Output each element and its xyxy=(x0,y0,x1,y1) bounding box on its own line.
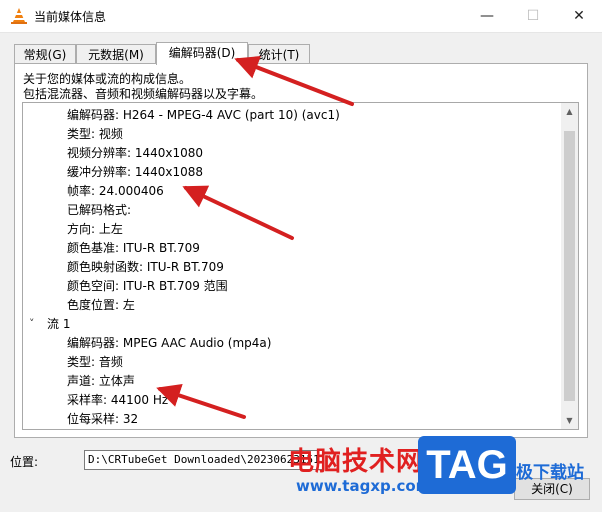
watermark-right: 极下载站 xyxy=(516,463,584,483)
close-window-button[interactable]: ✕ xyxy=(556,0,602,32)
codec-panel: 关于您的媒体或流的构成信息。 包括混流器、音频和视频编解码器以及字幕。 编解码器… xyxy=(14,63,588,438)
watermark-url: www.tagxp.com xyxy=(296,477,432,495)
tab-statistics[interactable]: 统计(T) xyxy=(248,44,310,64)
tree-item[interactable]: 缓冲分辨率: 1440x1088 xyxy=(67,163,203,182)
tree-item[interactable]: 颜色空间: ITU-R BT.709 范围 xyxy=(67,277,228,296)
tree-item[interactable]: 类型: 音频 xyxy=(67,353,123,372)
scroll-up-icon[interactable]: ▲ xyxy=(561,103,578,120)
maximize-button[interactable]: ☐ xyxy=(510,0,556,32)
tree-item[interactable]: 帧率: 24.000406 xyxy=(67,182,164,201)
vertical-scrollbar[interactable]: ▲ ▼ xyxy=(561,103,578,429)
tree-item[interactable]: 编解码器: H264 - MPEG-4 AVC (part 10) (avc1) xyxy=(67,106,340,125)
tree-item[interactable]: 声道: 立体声 xyxy=(67,372,135,391)
tree-item[interactable]: 位每采样: 32 xyxy=(67,410,138,429)
tree-item[interactable]: 颜色映射函数: ITU-R BT.709 xyxy=(67,258,224,277)
title-bar: 当前媒体信息 — ☐ ✕ xyxy=(0,0,602,33)
tree-item[interactable]: 编解码器: MPEG AAC Audio (mp4a) xyxy=(67,334,271,353)
vlc-cone-icon xyxy=(11,8,27,24)
codec-tree[interactable]: 编解码器: H264 - MPEG-4 AVC (part 10) (avc1)… xyxy=(22,102,579,430)
window-title: 当前媒体信息 xyxy=(34,10,107,24)
tree-item[interactable]: 视频分辨率: 1440x1080 xyxy=(67,144,203,163)
tree-node-stream-1[interactable]: 流 1 xyxy=(47,315,70,334)
tab-general[interactable]: 常规(G) xyxy=(14,44,76,64)
location-label: 位置: xyxy=(10,455,39,469)
chevron-down-icon[interactable]: ˅ xyxy=(29,317,35,330)
scroll-down-icon[interactable]: ▼ xyxy=(561,412,578,429)
description-line-2: 包括混流器、音频和视频编解码器以及字幕。 xyxy=(23,87,264,101)
tree-item[interactable]: 采样率: 44100 Hz xyxy=(67,391,168,410)
tree-item[interactable]: 色度位置: 左 xyxy=(67,296,135,315)
tree-item[interactable]: 颜色基准: ITU-R BT.709 xyxy=(67,239,200,258)
tab-codec[interactable]: 编解码器(D) xyxy=(156,42,248,65)
watermark-text: 电脑技术网 xyxy=(288,447,424,477)
tree-item[interactable]: 类型: 视频 xyxy=(67,125,123,144)
tag-logo: TAG xyxy=(418,436,516,494)
tree-item[interactable]: 已解码格式: xyxy=(67,201,131,220)
scrollbar-thumb[interactable] xyxy=(564,131,575,401)
tree-item[interactable]: 方向: 上左 xyxy=(67,220,123,239)
tab-metadata[interactable]: 元数据(M) xyxy=(76,44,156,64)
minimize-button[interactable]: — xyxy=(464,0,510,32)
